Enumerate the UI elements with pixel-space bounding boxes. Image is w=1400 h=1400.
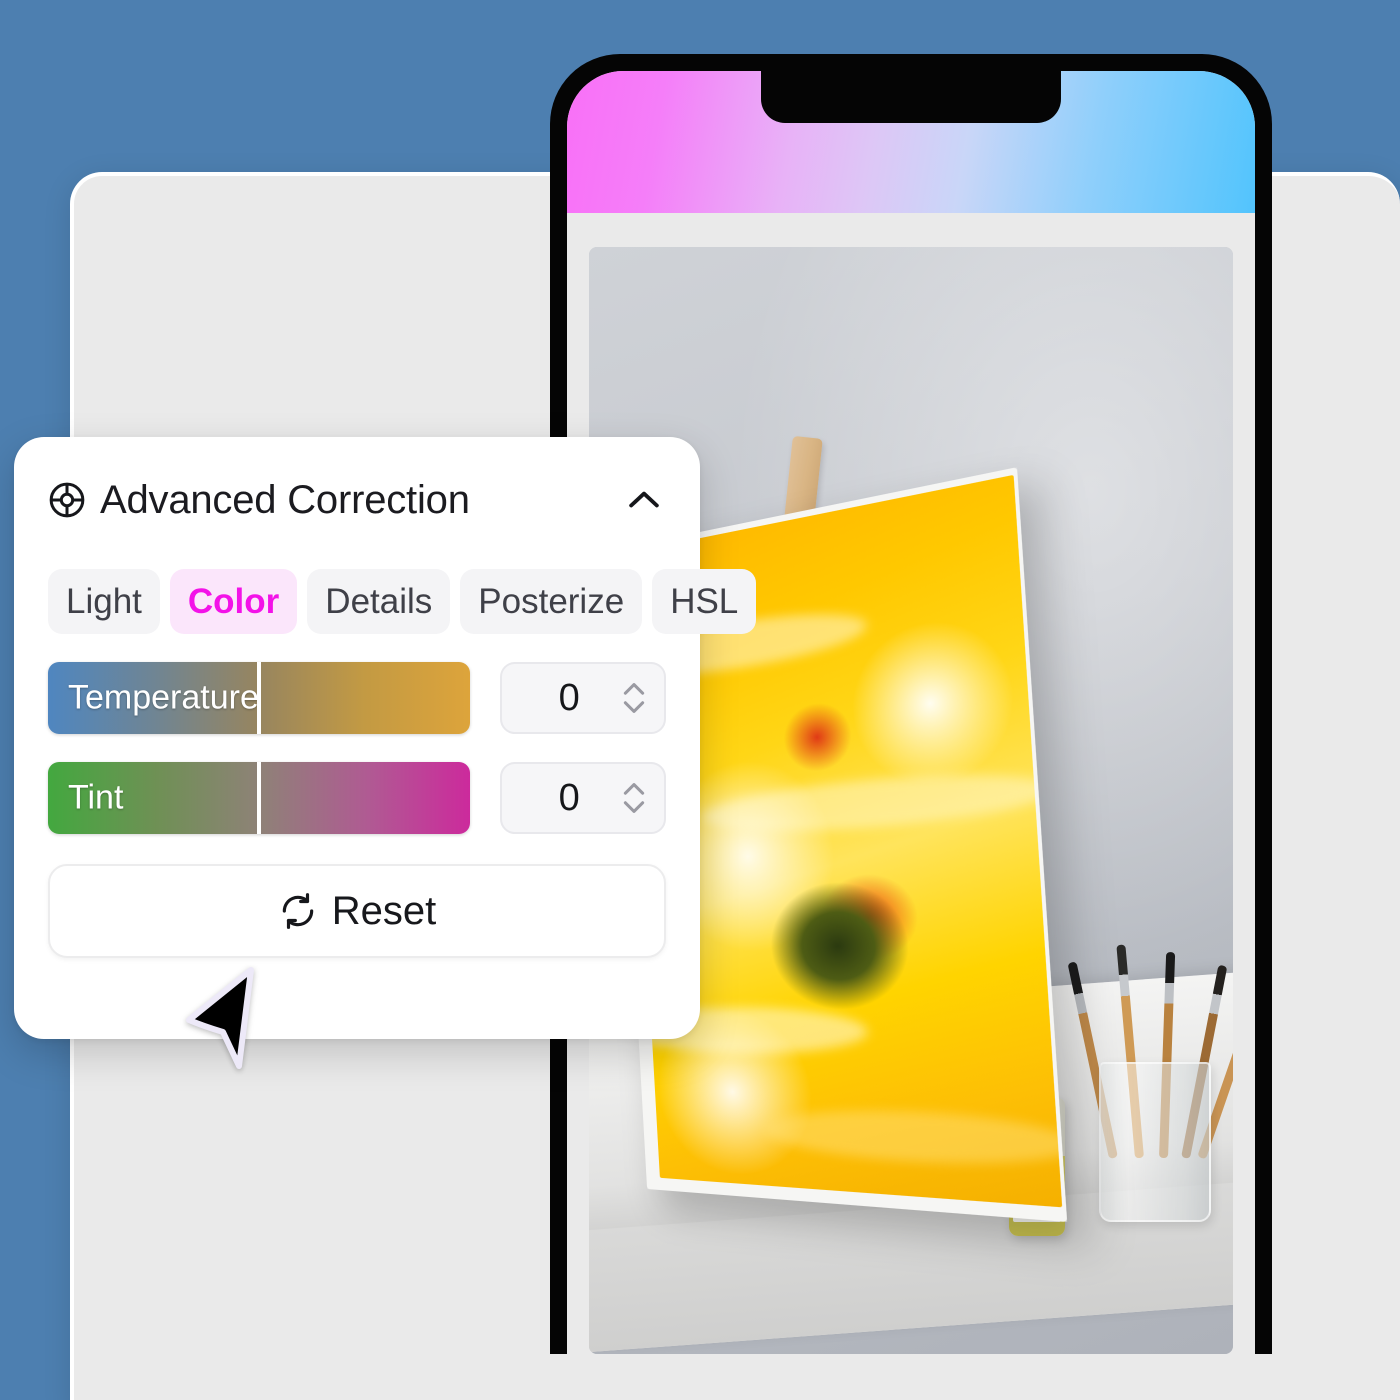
tab-color[interactable]: Color [169, 569, 298, 635]
reset-button[interactable]: Reset [48, 864, 666, 959]
temperature-slider-row: Temperature 0 [48, 662, 666, 735]
tint-slider-handle[interactable] [257, 762, 262, 835]
mouse-pointer [186, 967, 254, 1069]
tab-details[interactable]: Details [307, 569, 451, 635]
tab-light[interactable]: Light [48, 569, 160, 635]
tint-stepper[interactable] [620, 775, 648, 821]
tab-hsl[interactable]: HSL [652, 569, 757, 635]
advanced-correction-panel: Advanced Correction Light Color Details … [14, 437, 757, 1039]
tint-value: 0 [558, 776, 580, 819]
phone-notch [761, 71, 1061, 123]
temperature-value-input[interactable]: 0 [500, 662, 666, 735]
color-wheel-icon [48, 481, 86, 519]
chevron-up-icon[interactable] [622, 478, 666, 522]
temperature-slider-label: Temperature [68, 678, 259, 717]
temperature-slider-handle[interactable] [257, 662, 262, 735]
temperature-stepper[interactable] [620, 675, 648, 721]
temperature-value: 0 [558, 676, 580, 719]
photo-brush-jar [1099, 1062, 1211, 1222]
tint-slider[interactable]: Tint [48, 762, 471, 835]
tab-row: Light Color Details Posterize HSL [48, 569, 757, 635]
panel-title: Advanced Correction [100, 477, 470, 522]
tint-slider-label: Tint [68, 778, 124, 817]
reset-label: Reset [331, 888, 437, 933]
tint-value-input[interactable]: 0 [500, 762, 666, 835]
temperature-slider[interactable]: Temperature [48, 662, 471, 735]
refresh-icon [278, 891, 318, 931]
panel-header[interactable]: Advanced Correction [48, 467, 666, 533]
tint-slider-row: Tint 0 [48, 762, 666, 835]
tab-posterize[interactable]: Posterize [460, 569, 643, 635]
